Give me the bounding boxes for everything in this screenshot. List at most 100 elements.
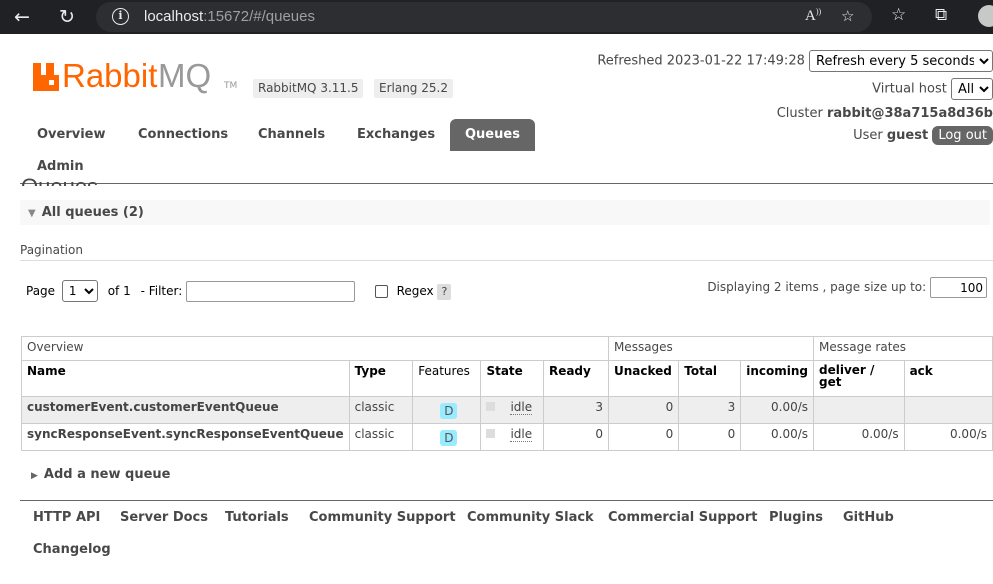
cluster-info: Cluster rabbit@38a715a8d36b	[777, 106, 993, 121]
user-name: guest	[886, 128, 929, 143]
pagination-controls: Page 1 of 1 - Filter: Regex ?	[26, 280, 452, 302]
refresh-interval-select[interactable]: Refresh every 5 seconds	[809, 50, 993, 72]
collections-icon[interactable]: ⧉	[935, 5, 947, 25]
column-header-deliver-get[interactable]: deliver / get	[813, 360, 905, 397]
browser-toolbar: ← ↻ i localhost:15672/#/queues A)) ☆ ☆ ⧉	[0, 0, 993, 34]
logout-button[interactable]: Log out	[932, 126, 993, 145]
logo-text-rabbit: Rabbit	[62, 57, 158, 94]
column-header-name[interactable]: Name	[21, 360, 350, 397]
favorite-add-icon[interactable]: ☆	[841, 7, 854, 25]
favorites-icon[interactable]: ☆	[891, 5, 906, 25]
state-indicator-icon	[486, 402, 496, 411]
filter-input[interactable]	[186, 281, 356, 302]
refreshed-timestamp: Refreshed 2023-01-22 17:49:28	[597, 53, 805, 69]
group-header-messages: Messages	[607, 336, 815, 361]
back-arrow-icon[interactable]: ←	[9, 4, 35, 30]
footer-link-community-slack[interactable]: Community Slack	[467, 510, 594, 525]
rate-ack	[903, 396, 993, 424]
footer-link-plugins[interactable]: Plugins	[769, 510, 823, 525]
expand-triangle-icon: ▶	[31, 471, 38, 481]
table-row[interactable]: syncResponseEvent.syncResponseEventQueue…	[21, 423, 993, 451]
tab-overview[interactable]: Overview	[22, 119, 121, 151]
queue-type: classic	[348, 396, 414, 424]
footer-link-http-api[interactable]: HTTP API	[33, 510, 100, 525]
queues-table: Overview Messages Message rates Name Typ…	[21, 336, 993, 451]
cluster-label: Cluster	[776, 106, 823, 121]
collapse-triangle-icon: ▼	[28, 208, 36, 219]
display-info: Displaying 2 items , page size up to:	[707, 277, 987, 298]
page-select[interactable]: 1	[61, 280, 98, 302]
page-label: Page	[26, 284, 56, 298]
add-queue-toggle[interactable]: ▶ Add a new queue	[31, 467, 170, 482]
queue-features: D	[412, 396, 482, 424]
user-label: User	[853, 128, 883, 143]
footer-link-tutorials[interactable]: Tutorials	[225, 510, 289, 525]
queue-name-link[interactable]: syncResponseEvent.syncResponseEventQueue	[21, 423, 350, 451]
pagination-divider	[20, 260, 993, 261]
page-size-input[interactable]	[930, 277, 987, 298]
column-header-incoming[interactable]: incoming	[740, 360, 815, 397]
rate-deliver-get: 0.00/s	[813, 423, 905, 451]
tab-channels[interactable]: Channels	[243, 119, 340, 151]
tab-exchanges[interactable]: Exchanges	[342, 119, 450, 151]
vhost-select[interactable]: All	[951, 78, 993, 100]
logo-text-mq: MQ	[158, 57, 212, 94]
vhost-label: Virtual host	[872, 81, 947, 97]
footer-link-github[interactable]: GitHub	[843, 510, 894, 525]
footer-link-community-support[interactable]: Community Support	[309, 510, 456, 525]
filter-label: - Filter:	[140, 284, 183, 298]
column-header-ready[interactable]: Ready	[542, 360, 609, 397]
state-label: idle	[510, 427, 533, 442]
messages-unacked: 0	[607, 396, 680, 424]
messages-unacked: 0	[607, 423, 680, 451]
reload-icon[interactable]: ↻	[54, 4, 80, 30]
cluster-name: rabbit@38a715a8d36b	[827, 106, 993, 121]
table-row[interactable]: customerEvent.customerEventQueue classic…	[21, 396, 993, 424]
displaying-label: Displaying 2 items , page size up to:	[707, 280, 927, 294]
column-header-ack[interactable]: ack	[903, 360, 993, 397]
info-icon[interactable]: i	[112, 8, 129, 25]
group-header-message-rates: Message rates	[813, 336, 993, 361]
profile-icon[interactable]	[978, 5, 993, 27]
url-text[interactable]: localhost:15672/#/queues	[144, 8, 315, 25]
messages-total: 0	[678, 423, 742, 451]
regex-checkbox[interactable]	[374, 285, 388, 298]
durable-badge: D	[440, 403, 458, 419]
user-info: User guest Log out	[853, 126, 993, 145]
column-header-unacked[interactable]: Unacked	[607, 360, 680, 397]
page-title: Queues	[21, 176, 98, 186]
queue-name-link[interactable]: customerEvent.customerEventQueue	[21, 396, 350, 424]
messages-total: 3	[678, 396, 742, 424]
tab-connections[interactable]: Connections	[123, 119, 243, 151]
address-bar[interactable]: i localhost:15672/#/queues A)) ☆	[96, 2, 872, 32]
tab-queues[interactable]: Queues	[450, 119, 535, 151]
read-aloud-icon[interactable]: A))	[805, 7, 821, 25]
rate-incoming: 0.00/s	[740, 423, 815, 451]
refresh-status: Refreshed 2023-01-22 17:49:28 Refresh ev…	[597, 50, 993, 72]
nav-divider	[20, 183, 993, 184]
rabbitmq-version-badge: RabbitMQ 3.11.5	[253, 79, 364, 98]
footer-link-commercial-support[interactable]: Commercial Support	[608, 510, 758, 525]
footer-divider	[20, 500, 993, 501]
column-header-total[interactable]: Total	[678, 360, 742, 397]
regex-help-button[interactable]: ?	[437, 284, 452, 300]
durable-badge: D	[440, 430, 458, 446]
column-header-state[interactable]: State	[480, 360, 544, 397]
queue-type: classic	[348, 423, 414, 451]
rate-ack: 0.00/s	[903, 423, 993, 451]
messages-ready: 0	[542, 423, 609, 451]
messages-ready: 3	[542, 396, 609, 424]
regex-label: Regex	[396, 284, 434, 298]
pagination-label: Pagination	[20, 243, 83, 257]
column-header-features: Features	[412, 360, 482, 397]
footer-link-changelog[interactable]: Changelog	[33, 542, 111, 557]
rabbitmq-logo-mark	[33, 63, 59, 91]
all-queues-section-toggle[interactable]: ▼ All queues (2)	[20, 200, 990, 225]
all-queues-heading: All queues (2)	[41, 205, 144, 220]
queue-state: idle	[480, 423, 544, 451]
column-header-type[interactable]: Type	[348, 360, 414, 397]
queue-state: idle	[480, 396, 544, 424]
add-queue-label: Add a new queue	[43, 467, 171, 482]
footer-link-server-docs[interactable]: Server Docs	[120, 510, 208, 525]
rate-incoming: 0.00/s	[740, 396, 815, 424]
